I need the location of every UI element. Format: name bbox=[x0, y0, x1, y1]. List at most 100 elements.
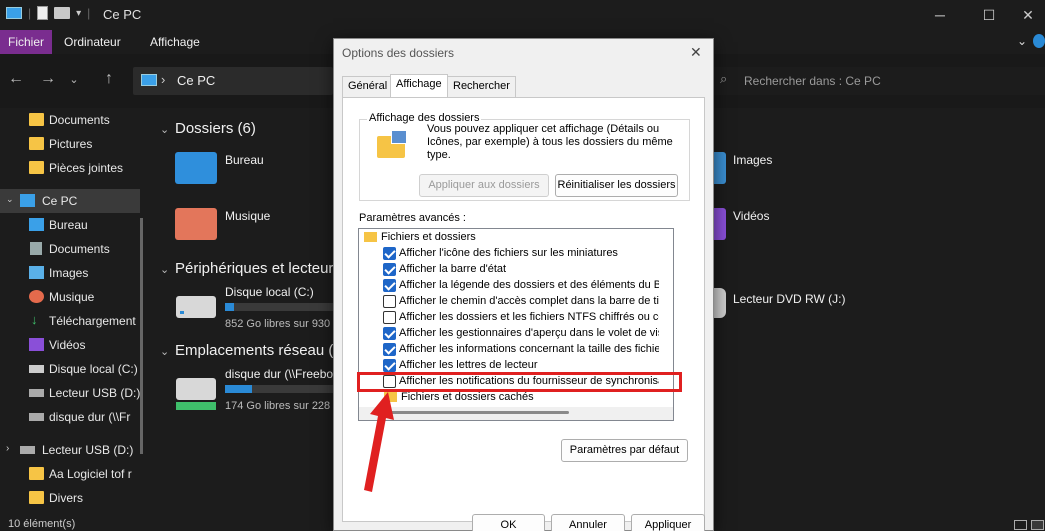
sidebar-item-disque-local[interactable]: Disque local (C:) bbox=[0, 357, 140, 381]
highlight-box bbox=[357, 372, 682, 392]
address-bar[interactable]: › Ce PC bbox=[133, 67, 333, 95]
details-view-icon[interactable] bbox=[1014, 520, 1027, 530]
checkbox[interactable] bbox=[383, 279, 396, 292]
tree-option[interactable]: Afficher la barre d'état bbox=[359, 262, 659, 278]
tab-rechercher[interactable]: Rechercher bbox=[447, 76, 516, 97]
tree-item-label: Afficher la légende des dossiers et des … bbox=[399, 279, 659, 291]
large-icons-view-icon[interactable] bbox=[1031, 520, 1044, 530]
sidebar-item-images[interactable]: Images bbox=[0, 261, 140, 285]
drive-label-c[interactable]: Disque local (C:) bbox=[225, 285, 314, 299]
restore-defaults-button[interactable]: Paramètres par défaut bbox=[561, 439, 688, 462]
tab-general[interactable]: Général bbox=[342, 76, 394, 97]
sidebar-item-pictures[interactable]: Pictures bbox=[0, 132, 140, 156]
folder-item-musique[interactable]: Musique bbox=[225, 209, 270, 223]
desktop-folder-icon[interactable] bbox=[175, 152, 217, 184]
checkbox[interactable] bbox=[383, 263, 396, 276]
sidebar-item-disque-dur-reseau[interactable]: disque dur (\\Fr bbox=[0, 405, 140, 429]
sidebar-item-aa-logiciel[interactable]: Aa Logiciel tof r bbox=[0, 462, 140, 486]
music-folder-icon[interactable] bbox=[175, 208, 217, 240]
cancel-button[interactable]: Annuler bbox=[551, 514, 625, 531]
recent-chevron-icon[interactable]: ⌄ bbox=[62, 73, 86, 86]
advanced-settings-tree[interactable]: Fichiers et dossiers Afficher l'icône de… bbox=[358, 228, 674, 421]
chevron-down-icon[interactable]: ⌄ bbox=[160, 345, 169, 358]
back-arrow-icon[interactable]: ← bbox=[4, 70, 28, 88]
dvd-drive-icon[interactable] bbox=[714, 288, 726, 318]
sidebar-item-ce-pc[interactable]: ⌄ Ce PC bbox=[0, 189, 140, 213]
tree-option[interactable]: Afficher le chemin d'accès complet dans … bbox=[359, 294, 659, 310]
checkbox[interactable] bbox=[383, 247, 396, 260]
image-icon bbox=[29, 266, 44, 279]
folders-group-header[interactable]: Dossiers (6) bbox=[175, 120, 256, 137]
chevron-down-icon[interactable]: ⌄ bbox=[160, 263, 169, 276]
tree-option[interactable]: Afficher les informations concernant la … bbox=[359, 342, 659, 358]
folder-item-videos[interactable]: Vidéos bbox=[733, 209, 769, 223]
up-arrow-icon[interactable]: ↑ bbox=[97, 70, 121, 88]
drive-usage-bar-c bbox=[225, 303, 333, 311]
properties-icon[interactable] bbox=[37, 6, 49, 20]
tab-affichage-dialog[interactable]: Affichage bbox=[390, 74, 448, 97]
sidebar-item-label: Aa Logiciel tof r bbox=[49, 467, 132, 481]
address-path: Ce PC bbox=[177, 73, 216, 88]
checkbox[interactable] bbox=[383, 359, 396, 372]
chevron-down-icon[interactable]: ⌄ bbox=[160, 123, 169, 136]
tree-option[interactable]: Afficher la légende des dossiers et des … bbox=[359, 278, 659, 294]
close-button[interactable]: ✕ bbox=[1005, 2, 1045, 28]
sidebar-item-lecteur-usb-root[interactable]: › Lecteur USB (D:) bbox=[0, 438, 140, 462]
devices-group-header[interactable]: Périphériques et lecteurs bbox=[175, 260, 341, 277]
sidebar-item-bureau[interactable]: Bureau bbox=[0, 213, 140, 237]
tree-folder-fichiers-caches[interactable]: Fichiers et dossiers cachés bbox=[359, 390, 659, 406]
sidebar-item-label: Bureau bbox=[49, 218, 88, 232]
tab-affichage[interactable]: Affichage bbox=[142, 30, 208, 54]
sidebar-item-telechargement[interactable]: ↓ Téléchargement bbox=[0, 309, 140, 333]
window-title: Ce PC bbox=[103, 7, 142, 22]
chevron-down-icon[interactable]: ▾ bbox=[76, 8, 81, 19]
reset-folders-button[interactable]: Réinitialiser les dossiers bbox=[555, 174, 678, 197]
search-input[interactable]: Rechercher dans : Ce PC bbox=[744, 74, 881, 88]
folder-item-images[interactable]: Images bbox=[733, 153, 772, 167]
sidebar-item-lecteur-usb[interactable]: Lecteur USB (D:) bbox=[0, 381, 140, 405]
tree-option[interactable]: Afficher les gestionnaires d'aperçu dans… bbox=[359, 326, 659, 342]
sidebar-item-pieces-jointes[interactable]: Pièces jointes bbox=[0, 156, 140, 180]
forward-arrow-icon[interactable]: → bbox=[36, 70, 60, 88]
ribbon-expand-icon[interactable]: ⌄ bbox=[1017, 34, 1027, 48]
help-icon[interactable] bbox=[1033, 34, 1045, 48]
network-drive-icon[interactable] bbox=[176, 378, 216, 410]
folder-view-description: Vous pouvez appliquer cet affichage (Dét… bbox=[427, 123, 673, 161]
sidebar-item-documents[interactable]: Documents bbox=[0, 237, 140, 261]
dialog-close-icon[interactable]: ✕ bbox=[690, 44, 702, 61]
drive-icon[interactable] bbox=[176, 296, 216, 318]
drive-label-j[interactable]: Lecteur DVD RW (J:) bbox=[733, 292, 845, 306]
new-folder-icon[interactable] bbox=[54, 7, 71, 19]
tree-item-label: Fichiers et dossiers bbox=[381, 231, 476, 243]
apply-button[interactable]: Appliquer bbox=[631, 514, 705, 531]
network-drive-label[interactable]: disque dur (\\Freebo bbox=[225, 367, 333, 381]
music-icon bbox=[29, 290, 44, 303]
ok-button[interactable]: OK bbox=[472, 514, 545, 531]
checkbox[interactable] bbox=[383, 295, 396, 308]
tab-ordinateur[interactable]: Ordinateur bbox=[56, 30, 129, 54]
tab-fichier[interactable]: Fichier bbox=[0, 30, 53, 54]
images-folder-icon[interactable] bbox=[714, 152, 726, 184]
sidebar-item-label: Lecteur USB (D:) bbox=[42, 443, 134, 457]
sidebar-item-documents-pinned[interactable]: Documents bbox=[0, 108, 140, 132]
checkbox[interactable] bbox=[383, 327, 396, 340]
checkbox[interactable] bbox=[383, 311, 396, 324]
scroll-thumb[interactable] bbox=[389, 411, 569, 414]
sidebar-item-divers[interactable]: Divers bbox=[0, 486, 140, 510]
tree-folder-fichiers-et-dossiers[interactable]: Fichiers et dossiers bbox=[359, 230, 659, 246]
minimize-button[interactable]: ─ bbox=[917, 2, 963, 28]
tree-option[interactable]: Afficher l'icône des fichiers sur les mi… bbox=[359, 246, 659, 262]
videos-folder-icon[interactable] bbox=[714, 208, 726, 240]
tree-horizontal-scrollbar[interactable] bbox=[359, 407, 673, 420]
grid-icon bbox=[391, 130, 407, 144]
document-icon bbox=[30, 242, 42, 255]
folder-item-bureau[interactable]: Bureau bbox=[225, 153, 264, 167]
search-box[interactable]: ⌕ Rechercher dans : Ce PC bbox=[714, 67, 1045, 95]
sidebar-scrollbar[interactable] bbox=[140, 218, 143, 454]
sidebar-item-videos[interactable]: Vidéos bbox=[0, 333, 140, 357]
apply-to-folders-button[interactable]: Appliquer aux dossiers bbox=[419, 174, 549, 197]
checkbox[interactable] bbox=[383, 343, 396, 356]
tree-option[interactable]: Afficher les dossiers et les fichiers NT… bbox=[359, 310, 659, 326]
sidebar-item-musique[interactable]: Musique bbox=[0, 285, 140, 309]
network-group-header[interactable]: Emplacements réseau (1 bbox=[175, 342, 342, 359]
